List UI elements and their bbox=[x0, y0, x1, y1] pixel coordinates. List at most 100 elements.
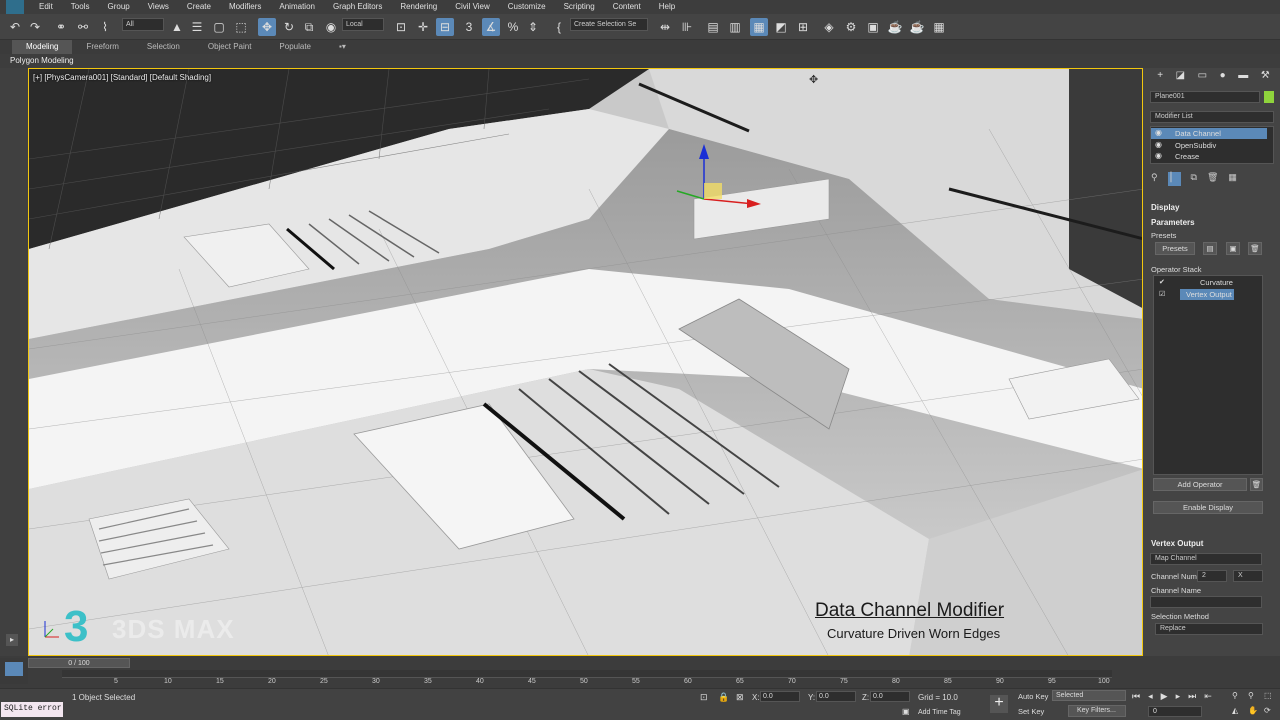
modifier-opensubdiv[interactable]: OpenSubdiv bbox=[1175, 140, 1216, 151]
orbit-icon[interactable]: ⟳ bbox=[1264, 706, 1278, 719]
y-coordinate-field[interactable]: 0.0 bbox=[816, 691, 856, 702]
align-icon[interactable]: ⊪ bbox=[678, 18, 696, 36]
object-name-field[interactable]: Plane001 bbox=[1150, 91, 1260, 103]
unlink-icon[interactable]: ⚯ bbox=[74, 18, 92, 36]
snaps-toggle-icon[interactable]: 3 bbox=[460, 18, 478, 36]
modifier-data-channel[interactable]: Data Channel bbox=[1175, 128, 1221, 139]
menu-customize[interactable]: Customize bbox=[499, 0, 555, 14]
redo-icon[interactable]: ↷ bbox=[26, 18, 44, 36]
key-mode-icon[interactable]: ⇤ bbox=[1204, 691, 1212, 703]
zoom-icon[interactable]: ⚲ bbox=[1232, 691, 1246, 704]
menu-edit[interactable]: Edit bbox=[30, 0, 62, 14]
select-manipulate-icon[interactable]: ✛ bbox=[414, 18, 432, 36]
time-slider[interactable]: 0 / 100 bbox=[28, 658, 130, 668]
x-coordinate-field[interactable]: 0.0 bbox=[760, 691, 800, 702]
eye-icon[interactable]: ◉ bbox=[1155, 151, 1162, 160]
select-object-icon[interactable]: ▲ bbox=[168, 18, 186, 36]
modifier-list-dropdown[interactable]: Modifier List bbox=[1150, 111, 1274, 123]
tab-object-paint[interactable]: Object Paint bbox=[194, 40, 266, 54]
object-color-swatch[interactable] bbox=[1264, 91, 1274, 103]
display-tab-icon[interactable]: ▬ bbox=[1238, 70, 1248, 84]
lock-selection-icon[interactable]: 🔒 bbox=[718, 692, 729, 703]
configure-sets-icon[interactable]: ▦ bbox=[1228, 172, 1237, 186]
utilities-tab-icon[interactable]: ⚒ bbox=[1261, 70, 1270, 84]
mini-curve-editor-icon[interactable] bbox=[5, 662, 23, 676]
curve-editor-icon[interactable]: ◩ bbox=[772, 18, 790, 36]
add-operator-button[interactable]: Add Operator bbox=[1153, 478, 1247, 491]
mirror-icon[interactable]: ⇹ bbox=[656, 18, 674, 36]
map-channel-dropdown[interactable]: Map Channel bbox=[1150, 553, 1262, 565]
menu-civil-view[interactable]: Civil View bbox=[446, 0, 499, 14]
expand-arrow-icon[interactable]: ▸ bbox=[6, 634, 18, 646]
pivot-center-icon[interactable]: ⊡ bbox=[392, 18, 410, 36]
viewport-perspective[interactable]: [+] [PhysCamera001] [Standard] [Default … bbox=[28, 68, 1143, 656]
tab-modeling[interactable]: Modeling bbox=[12, 40, 73, 54]
render-setup-icon[interactable]: ⚙ bbox=[842, 18, 860, 36]
show-end-result-icon[interactable]: ▏ bbox=[1167, 172, 1181, 186]
polygon-modeling-label[interactable]: Polygon Modeling bbox=[10, 56, 74, 65]
layer-explorer-icon[interactable]: ▥ bbox=[726, 18, 744, 36]
load-preset-icon[interactable]: ▤ bbox=[1203, 242, 1217, 255]
tab-populate[interactable]: Populate bbox=[265, 40, 325, 54]
bind-space-warp-icon[interactable]: ⌇ bbox=[96, 18, 114, 36]
modify-tab-icon[interactable]: ◪ bbox=[1176, 70, 1185, 84]
delete-operator-icon[interactable]: 🗑 bbox=[1250, 478, 1263, 491]
menu-group[interactable]: Group bbox=[98, 0, 138, 14]
menu-create[interactable]: Create bbox=[178, 0, 220, 14]
eye-icon[interactable]: ◉ bbox=[1155, 128, 1162, 137]
modifier-crease[interactable]: Crease bbox=[1175, 151, 1199, 162]
select-by-name-icon[interactable]: ☰ bbox=[188, 18, 206, 36]
set-key-button[interactable]: Set Key bbox=[1018, 707, 1044, 716]
pan-icon[interactable]: ✋ bbox=[1248, 706, 1262, 719]
absolute-mode-icon[interactable]: ⊠ bbox=[736, 692, 744, 703]
zoom-extents-icon[interactable]: ⬚ bbox=[1264, 691, 1278, 704]
default-key-icon[interactable]: + bbox=[990, 695, 1008, 713]
render-production-icon[interactable]: ☕ bbox=[886, 18, 904, 36]
trackbar[interactable] bbox=[62, 670, 1112, 678]
hierarchy-tab-icon[interactable]: ▭ bbox=[1198, 70, 1207, 84]
motion-tab-icon[interactable]: ● bbox=[1220, 70, 1226, 84]
selection-method-dropdown[interactable]: Replace bbox=[1155, 623, 1263, 635]
remove-modifier-icon[interactable]: 🗑 bbox=[1207, 172, 1218, 186]
menu-graph-editors[interactable]: Graph Editors bbox=[324, 0, 391, 14]
operator-check-icon[interactable]: ✔ bbox=[1159, 278, 1165, 286]
make-unique-icon[interactable]: ⧉ bbox=[1191, 172, 1197, 186]
material-editor-icon[interactable]: ◈ bbox=[820, 18, 838, 36]
app-logo-icon[interactable] bbox=[6, 0, 24, 14]
eye-icon[interactable]: ◉ bbox=[1155, 140, 1162, 149]
ribbon-options-icon[interactable]: ▪▾ bbox=[325, 40, 360, 54]
pin-stack-icon[interactable]: ⚲ bbox=[1151, 172, 1158, 186]
window-crossing-icon[interactable]: ⬚ bbox=[232, 18, 250, 36]
select-scale-icon[interactable]: ⧉ bbox=[300, 18, 318, 36]
enable-display-button[interactable]: Enable Display bbox=[1153, 501, 1263, 514]
tab-freeform[interactable]: Freeform bbox=[72, 40, 132, 54]
operator-vertex-output[interactable]: Vertex Output bbox=[1186, 289, 1232, 300]
channel-num-spinner[interactable]: 2 bbox=[1197, 570, 1227, 582]
time-tag-icon[interactable]: ▣ bbox=[902, 707, 910, 716]
menu-tools[interactable]: Tools bbox=[62, 0, 99, 14]
spinner-snap-icon[interactable]: ⇕ bbox=[524, 18, 542, 36]
scene-explorer-icon[interactable]: ▤ bbox=[704, 18, 722, 36]
render-iterative-icon[interactable]: ☕ bbox=[908, 18, 926, 36]
fov-icon[interactable]: ◭ bbox=[1232, 706, 1246, 719]
undo-icon[interactable]: ↶ bbox=[6, 18, 24, 36]
select-rotate-icon[interactable]: ↻ bbox=[280, 18, 298, 36]
viewport-label[interactable]: [+] [PhysCamera001] [Standard] [Default … bbox=[33, 73, 211, 82]
menu-content[interactable]: Content bbox=[604, 0, 650, 14]
z-coordinate-field[interactable]: 0.0 bbox=[870, 691, 910, 702]
toggle-ribbon-icon[interactable]: ▦ bbox=[750, 18, 768, 36]
operator-check-icon[interactable]: ☑ bbox=[1159, 290, 1165, 298]
menu-scripting[interactable]: Scripting bbox=[555, 0, 604, 14]
presets-dropdown[interactable]: Presets bbox=[1155, 242, 1195, 255]
channel-name-field[interactable] bbox=[1150, 596, 1262, 608]
add-time-tag[interactable]: Add Time Tag bbox=[918, 709, 961, 716]
selection-filter-dropdown[interactable]: All bbox=[122, 18, 164, 31]
go-to-end-icon[interactable]: ⏭ bbox=[1188, 691, 1196, 703]
tab-selection[interactable]: Selection bbox=[133, 40, 194, 54]
current-frame-field[interactable]: 0 bbox=[1148, 706, 1202, 717]
delete-preset-icon[interactable]: 🗑 bbox=[1248, 242, 1262, 255]
rect-selection-icon[interactable]: ▢ bbox=[210, 18, 228, 36]
save-preset-icon[interactable]: ▣ bbox=[1226, 242, 1240, 255]
menu-rendering[interactable]: Rendering bbox=[391, 0, 446, 14]
menu-help[interactable]: Help bbox=[650, 0, 684, 14]
